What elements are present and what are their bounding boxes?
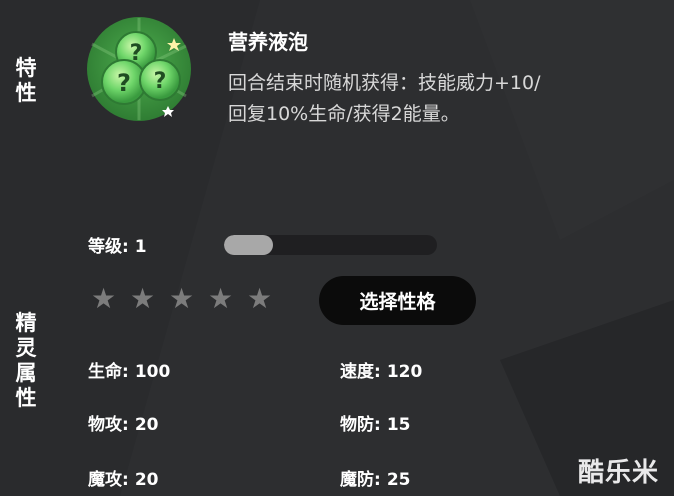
stat-defense-value: 15 bbox=[386, 415, 411, 435]
star-icon[interactable]: ★ bbox=[246, 283, 273, 315]
stat-sp-attack: 魔攻: 20 bbox=[88, 465, 158, 490]
trait-section-label: 特 性 bbox=[14, 56, 38, 106]
stat-sp-attack-label: 魔攻: bbox=[88, 470, 129, 490]
stat-speed-label: 速度: bbox=[340, 362, 381, 382]
stat-speed: 速度: 120 bbox=[340, 357, 422, 382]
stat-attack: 物攻: 20 bbox=[88, 410, 158, 435]
stat-hp: 生命: 100 bbox=[88, 357, 170, 382]
star-icon[interactable]: ★ bbox=[90, 283, 117, 315]
level-label: 等级: 1 bbox=[88, 232, 147, 257]
level-progress-fill bbox=[224, 235, 273, 255]
stat-attack-value: 20 bbox=[134, 415, 159, 435]
trait-description: 回合结束时随机获得：技能威力+10/ 回复10%生命/获得2能量。 bbox=[228, 68, 628, 130]
trait-label-char: 性 bbox=[15, 81, 37, 105]
level-progress-bar bbox=[224, 235, 437, 255]
stat-defense-label: 物防: bbox=[340, 415, 381, 435]
level-value: 1 bbox=[134, 237, 147, 257]
stat-sp-attack-value: 20 bbox=[134, 470, 159, 490]
trait-description-line: 回合结束时随机获得：技能威力+10/ bbox=[228, 72, 541, 94]
star-icon[interactable]: ★ bbox=[168, 283, 195, 315]
attributes-label-char: 灵 bbox=[15, 336, 37, 360]
attributes-label-char: 性 bbox=[15, 386, 37, 410]
stat-sp-defense-value: 25 bbox=[386, 470, 411, 490]
attributes-label-char: 精 bbox=[15, 311, 37, 335]
stat-attack-label: 物攻: bbox=[88, 415, 129, 435]
watermark: 酷乐米 bbox=[578, 458, 660, 488]
stat-defense: 物防: 15 bbox=[340, 410, 410, 435]
level-label-text: 等级: bbox=[88, 237, 129, 257]
stat-hp-label: 生命: bbox=[88, 362, 129, 382]
stat-sp-defense: 魔防: 25 bbox=[340, 465, 410, 490]
trait-label-char: 特 bbox=[15, 56, 37, 80]
stat-speed-value: 120 bbox=[386, 362, 423, 382]
trait-description-line: 回复10%生命/获得2能量。 bbox=[228, 103, 460, 125]
stat-hp-value: 100 bbox=[134, 362, 171, 382]
attributes-label-char: 属 bbox=[15, 361, 37, 385]
star-icon[interactable]: ★ bbox=[207, 283, 234, 315]
svg-text:?: ? bbox=[130, 41, 143, 66]
attributes-section-label: 精 灵 属 性 bbox=[14, 311, 38, 411]
green-bubble-question-icon: ? ? ? bbox=[86, 16, 192, 122]
trait-name: 营养液泡 bbox=[228, 30, 308, 54]
svg-text:?: ? bbox=[154, 69, 167, 94]
star-rating: ★ ★ ★ ★ ★ bbox=[90, 283, 273, 315]
svg-text:?: ? bbox=[117, 69, 131, 97]
star-icon[interactable]: ★ bbox=[129, 283, 156, 315]
select-nature-button[interactable]: 选择性格 bbox=[319, 276, 476, 325]
stat-sp-defense-label: 魔防: bbox=[340, 470, 381, 490]
